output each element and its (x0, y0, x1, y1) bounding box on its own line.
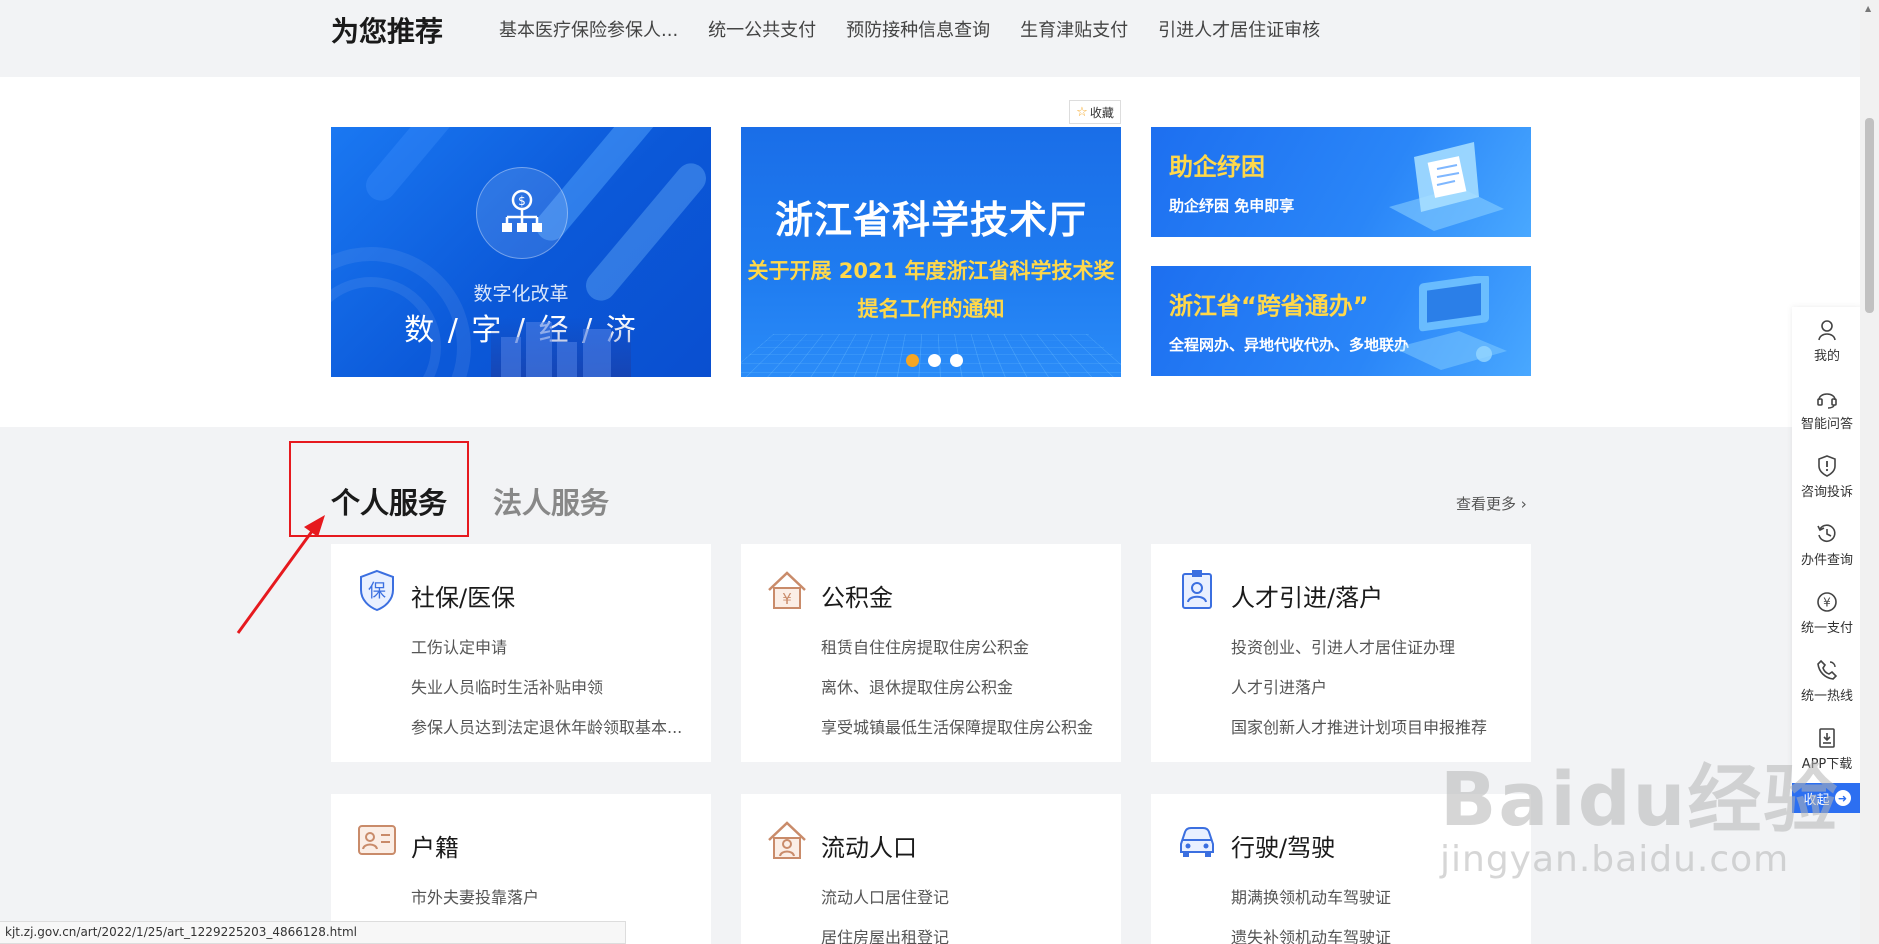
svg-text:保: 保 (368, 581, 386, 602)
float-item-payment[interactable]: ¥ 统一支付 (1792, 579, 1862, 647)
card-item[interactable]: 失业人员临时生活补贴申领 (411, 674, 603, 698)
card-item[interactable]: 市外夫妻投靠落户 (411, 884, 539, 908)
banner-area: ☆ 收藏 $ 数字化改革 数 / 字 / 经 / 济 (0, 77, 1879, 427)
float-item-label: 我的 (1813, 348, 1840, 364)
card-item[interactable]: 投资创业、引进人才居住证办理 (1231, 634, 1455, 658)
card-item[interactable]: 流动人口居住登记 (821, 884, 949, 908)
card-item[interactable]: 居住房屋出租登记 (821, 924, 949, 944)
watermark-logo: Baidu经验 (1440, 757, 1840, 843)
card-title: 人才引进/落户 (1231, 584, 1384, 612)
annotation-arrow-icon (236, 515, 325, 634)
history-icon (1817, 523, 1836, 542)
service-card[interactable]: 流动人口 流动人口居住登记 居住房屋出租登记 (741, 794, 1121, 944)
recommend-link[interactable]: 生育津贴支付 (1020, 16, 1128, 42)
city-illustration (491, 317, 631, 377)
view-more-label: 查看更多 (1456, 495, 1517, 513)
headset-icon (1817, 392, 1837, 409)
card-item[interactable]: 人才引进落户 (1231, 674, 1327, 698)
floating-population-icon (768, 821, 806, 859)
recommend-bar: 为您推荐 基本医疗保险参保人... 统一公共支付 预防接种信息查询 生育津贴支付… (0, 0, 1879, 77)
recommend-links: 基本医疗保险参保人... 统一公共支付 预防接种信息查询 生育津贴支付 引进人才… (499, 16, 1320, 42)
banner-science-award[interactable]: 浙江省科学技术厅 关于开展 2021 年度浙江省科学技术奖 提名工作的通知 (741, 127, 1121, 377)
computer-illustration-icon (1394, 276, 1507, 370)
banner-enterprise-relief[interactable]: 助企纾困 助企纾困 免申即享 (1151, 127, 1531, 237)
float-item-mine[interactable]: 我的 (1792, 307, 1862, 375)
vertical-scrollbar[interactable]: ▲ (1860, 0, 1879, 944)
banner-title: 助企纾困 (1169, 153, 1265, 181)
scroll-up-icon[interactable]: ▲ (1865, 4, 1871, 13)
card-item[interactable]: 遗失补领机动车驾驶证 (1231, 924, 1391, 944)
banner-subtitle: 助企纾困 免申即享 (1169, 197, 1295, 215)
banner-subtitle: 数字化改革 (473, 283, 569, 305)
favorite-label: 收藏 (1089, 105, 1114, 120)
floating-sidebar: 我的 智能问答 咨询投诉 办件查询 ¥ 统一支付 统一热线 APP下载 (1792, 307, 1862, 783)
decor-stripe (359, 127, 493, 207)
banner-title: 浙江省科学技术厅 (774, 198, 1087, 242)
svg-text:¥: ¥ (1823, 595, 1831, 609)
card-item[interactable]: 国家创新人才推进计划项目申报推荐 (1231, 714, 1487, 738)
float-item-label: 统一支付 (1800, 620, 1853, 636)
recommend-link[interactable]: 统一公共支付 (708, 16, 816, 42)
scroll-thumb[interactable] (1865, 118, 1874, 313)
card-item[interactable]: 离休、退休提取住房公积金 (821, 674, 1013, 698)
car-icon (1180, 827, 1214, 857)
recommend-link[interactable]: 引进人才居住证审核 (1158, 16, 1320, 42)
carousel-dots (906, 354, 963, 367)
talent-id-icon (1182, 570, 1212, 609)
banner-cross-province[interactable]: 浙江省“跨省通办” 全程网办、异地代收代办、多地联办 (1151, 266, 1531, 376)
float-item-label: 办件查询 (1800, 552, 1853, 568)
recommend-link[interactable]: 基本医疗保险参保人... (499, 16, 678, 42)
watermark: Baidu经验 jingyan.baidu.com (1440, 740, 1839, 880)
phone-icon (1817, 659, 1838, 680)
banner-subtitle: 全程网办、异地代收代办、多地联办 (1169, 336, 1410, 354)
housing-fund-icon: ¥ (768, 571, 806, 609)
card-title: 行驶/驾驶 (1231, 834, 1336, 862)
shield-alert-icon (1818, 454, 1836, 477)
card-item[interactable]: 参保人员达到法定退休年龄领取基本... (411, 714, 682, 738)
status-bar-url: kjt.zj.gov.cn/art/2022/1/25/art_12292252… (0, 921, 626, 944)
card-item[interactable]: 工伤认定申请 (411, 634, 507, 658)
service-card[interactable]: ¥ 公积金 租赁自住住房提取住房公积金 离休、退休提取住房公积金 享受城镇最低生… (741, 544, 1121, 762)
card-item[interactable]: 享受城镇最低生活保障提取住房公积金 (821, 714, 1093, 738)
banner-title: 浙江省“跨省通办” (1169, 292, 1369, 320)
card-item[interactable]: 租赁自住住房提取住房公积金 (821, 634, 1029, 658)
org-chart-icon: $ (476, 167, 568, 259)
card-title: 流动人口 (821, 834, 917, 862)
watermark-url: jingyan.baidu.com (1440, 839, 1790, 880)
banner-digital-economy[interactable]: $ 数字化改革 数 / 字 / 经 / 济 (331, 127, 711, 377)
tab-corporate-service[interactable]: 法人服务 (493, 480, 609, 522)
carousel-dot[interactable] (906, 354, 919, 367)
float-item-label: 咨询投诉 (1800, 484, 1853, 500)
svg-text:¥: ¥ (782, 590, 792, 608)
banner-line: 关于开展 2021 年度浙江省科学技术奖 (747, 259, 1115, 283)
carousel-dot[interactable] (950, 354, 963, 367)
card-title: 户籍 (411, 834, 459, 862)
card-item[interactable]: 期满换领机动车驾驶证 (1231, 884, 1391, 908)
user-icon (1818, 319, 1836, 340)
recommend-title: 为您推荐 (331, 15, 444, 48)
float-item-label: 统一热线 (1800, 688, 1853, 704)
yuan-icon: ¥ (1817, 591, 1837, 612)
float-item-smart-qa[interactable]: 智能问答 (1792, 375, 1862, 443)
laptop-document-icon (1389, 142, 1504, 231)
service-card[interactable]: 保 社保/医保 工伤认定申请 失业人员临时生活补贴申领 参保人员达到法定退休年龄… (331, 544, 711, 762)
recommend-link[interactable]: 预防接种信息查询 (846, 16, 990, 42)
service-card[interactable]: 人才引进/落户 投资创业、引进人才居住证办理 人才引进落户 国家创新人才推进计划… (1151, 544, 1531, 762)
chevron-right-icon: › (1520, 495, 1527, 513)
float-item-label: 智能问答 (1800, 416, 1853, 432)
view-more-link[interactable]: 查看更多 › (1456, 493, 1527, 514)
card-title: 社保/医保 (411, 584, 516, 612)
float-item-complaint[interactable]: 咨询投诉 (1792, 443, 1862, 511)
household-register-icon (358, 825, 396, 855)
star-icon: ☆ (1076, 104, 1088, 120)
card-title: 公积金 (821, 584, 893, 612)
float-item-case-query[interactable]: 办件查询 (1792, 511, 1862, 579)
svg-text:$: $ (518, 194, 526, 208)
banner-line: 提名工作的通知 (857, 297, 1005, 321)
insurance-shield-icon: 保 (360, 569, 394, 612)
favorite-button[interactable]: ☆ 收藏 (1069, 100, 1121, 124)
carousel-dot[interactable] (928, 354, 941, 367)
float-item-hotline[interactable]: 统一热线 (1792, 647, 1862, 715)
